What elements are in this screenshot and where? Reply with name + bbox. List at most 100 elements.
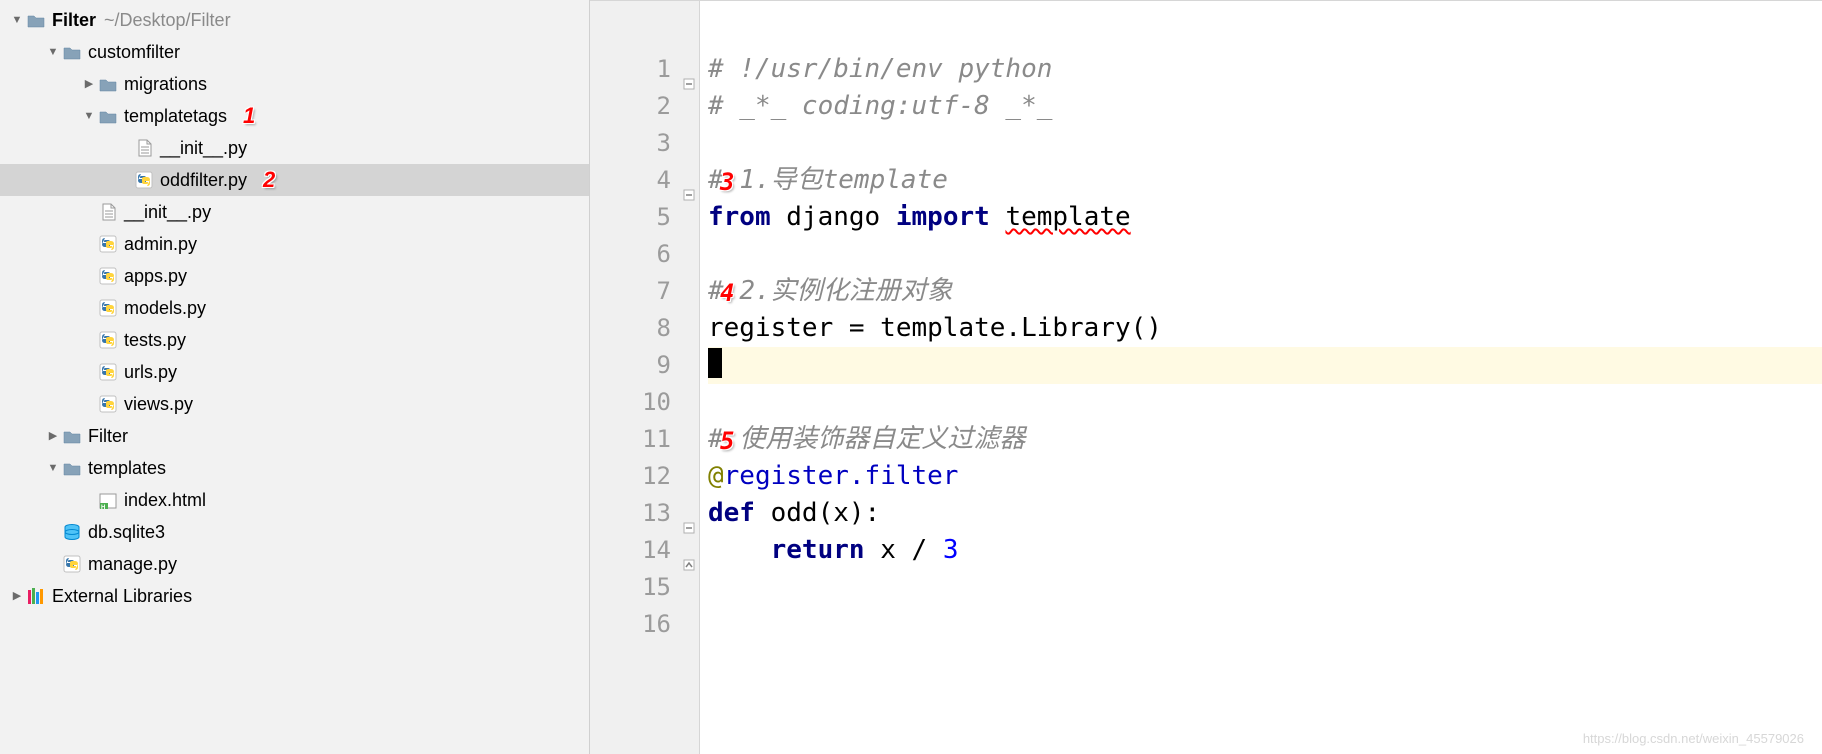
tree-row[interactable]: ▼ customfilter <box>0 36 589 68</box>
expand-arrow-icon[interactable]: ▼ <box>44 459 62 478</box>
tree-row[interactable]: ▶views.py <box>0 388 589 420</box>
code-line[interactable]: # _*_ coding:utf-8 _*_ <box>708 88 1822 125</box>
code-token: 2.实例化注册对象 <box>739 276 952 306</box>
python-file-icon <box>98 234 118 254</box>
code-token <box>708 535 771 565</box>
code-token: 1.导包template <box>739 165 948 195</box>
tree-row[interactable]: ▶migrations <box>0 68 589 100</box>
tree-row[interactable]: ▼ Filter ~/Desktop/Filter <box>0 4 589 36</box>
tree-item-label: apps.py <box>124 261 187 292</box>
code-line[interactable]: 4# 2.实例化注册对象 <box>708 273 1822 310</box>
arrow-placeholder: ▶ <box>80 363 98 382</box>
code-token: # _*_ coding:utf-8 _*_ <box>708 91 1052 121</box>
tree-row[interactable]: ▶admin.py <box>0 228 589 260</box>
line-number: 8 <box>590 310 699 347</box>
line-number: 7 <box>590 273 699 310</box>
tree-item-label: urls.py <box>124 357 177 388</box>
code-token: 3 <box>943 535 959 565</box>
annotation-badge: 4 <box>720 275 734 312</box>
code-line[interactable]: 5# 使用装饰器自定义过滤器 <box>708 421 1822 458</box>
tree-row[interactable]: ▶ urls.py <box>0 356 589 388</box>
tree-row[interactable]: ▶ apps.py <box>0 260 589 292</box>
annotation-badge: 3 <box>720 164 734 201</box>
tree-row[interactable]: ▶ oddfilter.py 2 <box>0 164 589 196</box>
code-line[interactable]: 3# 1.导包template <box>708 162 1822 199</box>
arrow-placeholder: ▶ <box>80 299 98 318</box>
expand-arrow-icon[interactable]: ▼ <box>44 43 62 62</box>
tree-row[interactable]: ▶index.html <box>0 484 589 516</box>
code-line[interactable]: return x / 3 <box>708 532 1822 569</box>
tree-item-label: admin.py <box>124 229 197 260</box>
fold-collapse-icon[interactable] <box>683 508 695 520</box>
tree-row[interactable]: ▶External Libraries <box>0 580 589 612</box>
line-number: 6 <box>590 236 699 273</box>
line-number: 1 <box>590 51 699 88</box>
watermark-text: https://blog.csdn.net/weixin_45579026 <box>1583 731 1804 746</box>
tree-item-label: views.py <box>124 389 193 420</box>
tree-item-label: manage.py <box>88 549 177 580</box>
arrow-placeholder: ▶ <box>80 267 98 286</box>
tree-row[interactable]: ▶Filter <box>0 420 589 452</box>
expand-arrow-icon[interactable]: ▶ <box>8 587 26 606</box>
tree-item-label: Filter <box>52 5 96 36</box>
code-line[interactable]: # !/usr/bin/env python <box>708 51 1822 88</box>
tree-item-path: ~/Desktop/Filter <box>104 5 231 36</box>
tree-item-label: db.sqlite3 <box>88 517 165 548</box>
line-gutter: 12345678910111213141516 <box>590 1 700 754</box>
folder-icon <box>98 106 118 126</box>
code-line[interactable] <box>708 125 1822 162</box>
code-line[interactable] <box>708 347 1822 384</box>
tree-row[interactable]: ▶tests.py <box>0 324 589 356</box>
code-line[interactable] <box>708 569 1822 606</box>
folder-icon <box>26 10 46 30</box>
code-token: from <box>708 202 786 232</box>
python-file-icon <box>98 298 118 318</box>
code-token: # !/usr/bin/env python <box>708 54 1052 84</box>
tree-row[interactable]: ▼templatetags1 <box>0 100 589 132</box>
arrow-placeholder: ▶ <box>44 523 62 542</box>
expand-arrow-icon[interactable]: ▶ <box>44 427 62 446</box>
project-tree-panel[interactable]: ▼ Filter ~/Desktop/Filter ▼ customfilter▶mig… <box>0 0 590 754</box>
python-file-icon <box>98 266 118 286</box>
tree-row[interactable]: ▶ manage.py <box>0 548 589 580</box>
code-line[interactable]: register = template.Library() <box>708 310 1822 347</box>
expand-arrow-icon[interactable]: ▶ <box>80 75 98 94</box>
expand-arrow-icon[interactable]: ▼ <box>80 107 98 126</box>
line-number: 10 <box>590 384 699 421</box>
arrow-placeholder: ▶ <box>116 171 134 190</box>
code-line[interactable]: def odd(x): <box>708 495 1822 532</box>
tree-item-label: oddfilter.py <box>160 165 247 196</box>
fold-collapse-icon[interactable] <box>683 175 695 187</box>
line-number: 4 <box>590 162 699 199</box>
line-number: 9 <box>590 347 699 384</box>
code-token: django <box>786 202 896 232</box>
code-line[interactable] <box>708 236 1822 273</box>
code-token: template <box>1005 202 1130 232</box>
tree-row[interactable]: ▶__init__.py <box>0 196 589 228</box>
line-number: 12 <box>590 458 699 495</box>
fold-expand-icon[interactable] <box>683 545 695 557</box>
line-number: 2 <box>590 88 699 125</box>
code-line[interactable]: from django import template <box>708 199 1822 236</box>
tree-row[interactable]: ▶__init__.py <box>0 132 589 164</box>
fold-collapse-icon[interactable] <box>683 64 695 76</box>
arrow-placeholder: ▶ <box>116 139 134 158</box>
code-line[interactable] <box>708 606 1822 643</box>
tree-row[interactable]: ▶ db.sqlite3 <box>0 516 589 548</box>
tree-item-label: customfilter <box>88 37 180 68</box>
code-line[interactable]: @register.filter <box>708 458 1822 495</box>
annotation-badge: 2 <box>257 168 281 192</box>
code-token: 使用装饰器自定义过滤器 <box>739 424 1025 454</box>
editor-area: 12345678910111213141516 # !/usr/bin/env … <box>590 0 1822 754</box>
code-token: def <box>708 498 771 528</box>
expand-arrow-icon[interactable]: ▼ <box>8 11 26 30</box>
line-number: 11 <box>590 421 699 458</box>
database-icon <box>62 522 82 542</box>
arrow-placeholder: ▶ <box>44 555 62 574</box>
tree-row[interactable]: ▶models.py <box>0 292 589 324</box>
tree-row[interactable]: ▼templates <box>0 452 589 484</box>
code-line[interactable] <box>708 384 1822 421</box>
line-number: 16 <box>590 606 699 643</box>
annotation-badge: 5 <box>720 423 734 460</box>
code-editor[interactable]: # !/usr/bin/env python # _*_ coding:utf-8… <box>700 1 1822 754</box>
